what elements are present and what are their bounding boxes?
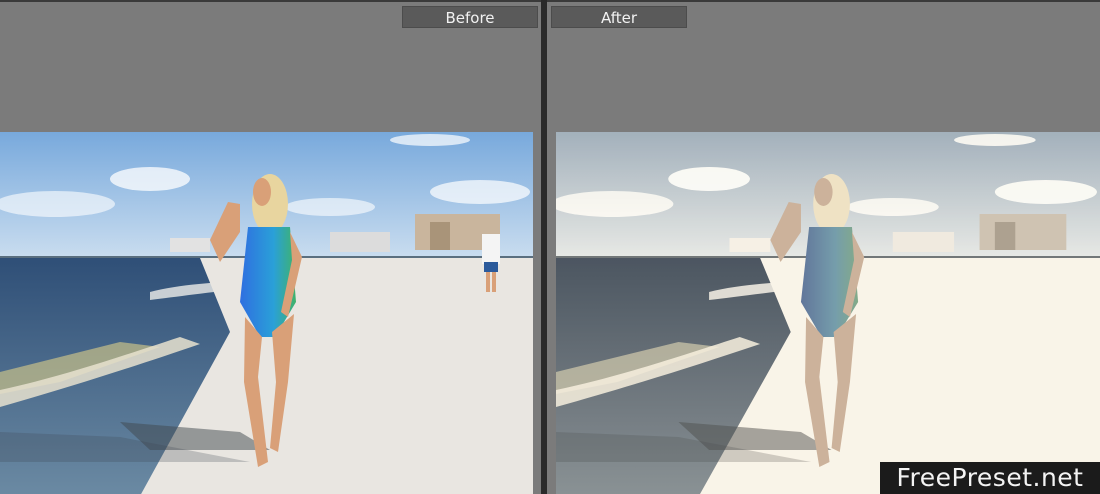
beach-image-edited (556, 132, 1100, 494)
before-label: Before (402, 6, 538, 28)
before-photo (0, 132, 533, 494)
after-pane: After FreePreset.net (547, 0, 1100, 494)
after-photo (556, 132, 1100, 494)
before-pane: Before (0, 0, 541, 494)
beach-image (0, 132, 533, 494)
watermark: FreePreset.net (880, 462, 1100, 494)
after-label: After (551, 6, 687, 28)
